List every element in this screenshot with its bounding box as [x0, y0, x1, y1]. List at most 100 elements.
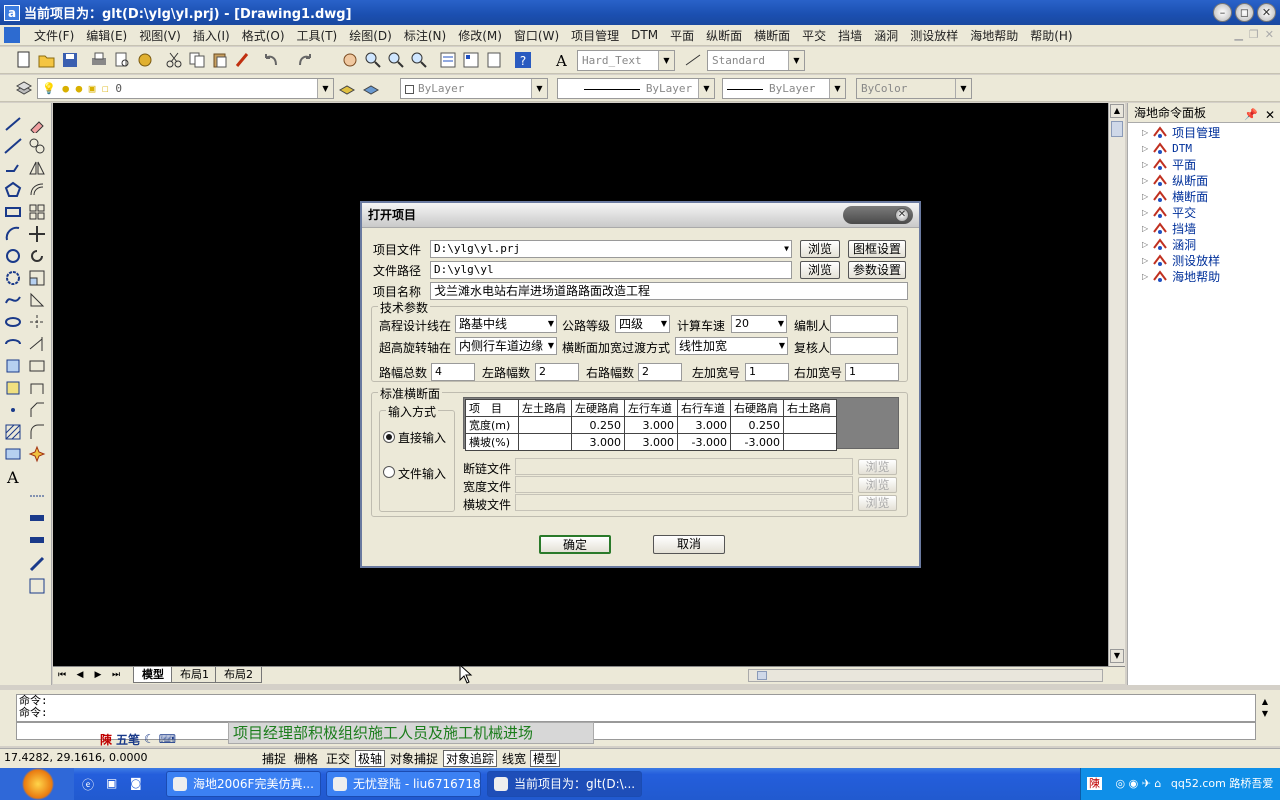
region-icon[interactable]: [4, 445, 22, 463]
expand-icon[interactable]: ▷: [1142, 237, 1148, 253]
arc-icon[interactable]: [4, 225, 22, 243]
explode-icon[interactable]: [28, 445, 46, 463]
construction-line-icon[interactable]: [4, 137, 22, 155]
file-input-radio[interactable]: [383, 466, 395, 478]
close-icon[interactable]: ✕: [895, 208, 909, 222]
text-style-icon[interactable]: A: [553, 51, 571, 69]
model-toggle[interactable]: 模型: [530, 750, 561, 767]
table-cell[interactable]: 0.250: [571, 416, 625, 434]
scroll-thumb[interactable]: [1111, 121, 1123, 137]
menu-culvert[interactable]: 涵洞: [868, 27, 904, 44]
rotate-icon[interactable]: [28, 247, 46, 265]
dim-update-icon[interactable]: [28, 577, 46, 595]
mdi-restore-icon[interactable]: ❐: [1249, 28, 1259, 41]
table-cell[interactable]: -3.000: [730, 433, 784, 451]
circle-icon[interactable]: [4, 247, 22, 265]
tree-item-haidi-help[interactable]: ▷ 海地帮助: [1128, 269, 1280, 285]
frame-settings-button[interactable]: 图框设置: [848, 240, 906, 258]
grid-toggle[interactable]: 栅格: [291, 750, 321, 767]
tray-ime-icon[interactable]: 陳: [1087, 777, 1102, 790]
table-cell[interactable]: [518, 416, 572, 434]
mdi-close-icon[interactable]: ✕: [1265, 28, 1274, 41]
menu-cross-section[interactable]: 横断面: [748, 27, 796, 44]
tab-layout2[interactable]: 布局2: [215, 667, 262, 683]
tab-model[interactable]: 模型: [133, 667, 173, 683]
menu-project[interactable]: 项目管理: [565, 27, 625, 44]
cut-icon[interactable]: [165, 51, 183, 69]
extend-icon[interactable]: [28, 335, 46, 353]
checker-input[interactable]: [830, 337, 898, 355]
super-axis-select[interactable]: 内侧行车道边缘 ▼: [455, 337, 557, 355]
make-current-layer-icon[interactable]: [338, 79, 356, 97]
table-cell[interactable]: 3.000: [624, 433, 678, 451]
copy-icon[interactable]: [188, 51, 206, 69]
pan-icon[interactable]: [341, 51, 359, 69]
color-select[interactable]: ByLayer ▼: [400, 78, 548, 99]
match-properties-icon[interactable]: [234, 51, 252, 69]
table-cell[interactable]: [518, 433, 572, 451]
table-cell[interactable]: 3.000: [677, 416, 731, 434]
expand-icon[interactable]: ▷: [1142, 205, 1148, 221]
next-tab-icon[interactable]: ▶: [91, 669, 105, 682]
publish-icon[interactable]: [136, 51, 154, 69]
menu-retaining-wall[interactable]: 挡墙: [832, 27, 868, 44]
menu-survey[interactable]: 测设放样: [904, 27, 964, 44]
scroll-up-icon[interactable]: ▲: [1110, 104, 1124, 118]
menu-haidi-help[interactable]: 海地帮助: [964, 27, 1024, 44]
dim-style-icon[interactable]: [684, 51, 702, 69]
line-icon[interactable]: [4, 115, 22, 133]
tab-layout1[interactable]: 布局1: [171, 667, 218, 683]
minimize-button[interactable]: –: [1213, 3, 1232, 22]
ime-moon-icon[interactable]: ☾: [144, 732, 155, 746]
quicklaunch-ie-icon[interactable]: ⓔ: [82, 776, 94, 793]
hatch-icon[interactable]: [4, 423, 22, 441]
break-icon[interactable]: [28, 357, 46, 375]
right-lanes-input[interactable]: 2: [638, 363, 682, 381]
osnap-toggle[interactable]: 对象捕捉: [387, 750, 441, 767]
dim-aligned-icon[interactable]: [28, 509, 46, 527]
tree-item-plane[interactable]: ▷ 平面: [1128, 157, 1280, 173]
dialog-close-button[interactable]: ✕: [843, 206, 913, 224]
linetype-select[interactable]: ByLayer ▼: [557, 78, 715, 99]
layer-select[interactable]: 💡 ● ● ▣ ☐ 0 ▼: [37, 78, 334, 99]
quicklaunch-camera-icon[interactable]: ◙: [130, 776, 142, 790]
first-tab-icon[interactable]: ⏮: [55, 669, 69, 682]
copy-object-icon[interactable]: [28, 137, 46, 155]
tree-item-dtm[interactable]: ▷ DTM: [1128, 141, 1280, 157]
tree-item-culvert[interactable]: ▷ 涵洞: [1128, 237, 1280, 253]
section-table[interactable]: 项 目 左土路肩 左硬路肩 左行车道 右行车道 右硬路肩 右土路肩 宽度(m) …: [465, 399, 837, 451]
tree-item-retaining-wall[interactable]: ▷ 挡墙: [1128, 221, 1280, 237]
redo-icon[interactable]: [296, 51, 314, 69]
stretch-icon[interactable]: [28, 291, 46, 309]
save-icon[interactable]: [61, 51, 79, 69]
cancel-button[interactable]: 取消: [653, 535, 725, 554]
close-button[interactable]: ✕: [1257, 3, 1276, 22]
ime-mode[interactable]: 五笔: [116, 731, 140, 748]
close-icon[interactable]: ✕: [1265, 105, 1275, 125]
tree-item-profile[interactable]: ▷ 纵断面: [1128, 173, 1280, 189]
dim-style-select[interactable]: Standard ▼: [707, 50, 805, 71]
scroll-down-icon[interactable]: ▼: [1110, 649, 1124, 663]
menu-plane[interactable]: 平面: [664, 27, 700, 44]
point-icon[interactable]: [4, 401, 22, 419]
expand-icon[interactable]: ▷: [1142, 157, 1148, 173]
menu-dtm[interactable]: DTM: [625, 28, 664, 42]
dim-baseline-icon[interactable]: [28, 531, 46, 549]
menu-window[interactable]: 窗口(W): [508, 27, 565, 44]
tree-item-survey[interactable]: ▷ 测设放样: [1128, 253, 1280, 269]
dim-linear-icon[interactable]: [28, 487, 46, 505]
rectangle-icon[interactable]: [4, 203, 22, 221]
menu-intersection[interactable]: 平交: [796, 27, 832, 44]
chamfer-icon[interactable]: [28, 401, 46, 419]
widen-select[interactable]: 线性加宽 ▼: [675, 337, 788, 355]
mirror-icon[interactable]: [28, 159, 46, 177]
direct-input-radio[interactable]: [383, 431, 395, 443]
lineweight-toggle[interactable]: 线宽: [499, 750, 529, 767]
snap-toggle[interactable]: 捕捉: [259, 750, 289, 767]
lineweight-select[interactable]: ByLayer ▼: [722, 78, 846, 99]
maximize-button[interactable]: ◻: [1235, 3, 1254, 22]
undo-icon[interactable]: [262, 51, 280, 69]
ok-button[interactable]: 确定: [539, 535, 611, 554]
polyline-icon[interactable]: [4, 159, 22, 177]
fillet-icon[interactable]: [28, 423, 46, 441]
